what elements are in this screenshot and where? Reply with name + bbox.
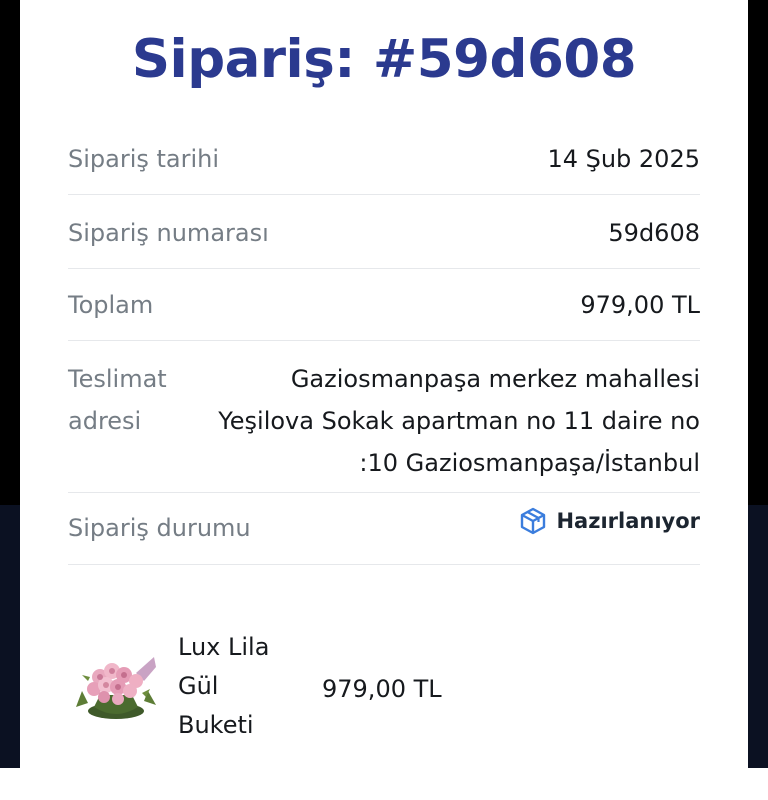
product-name[interactable]: Lux Lila Gül Buketi: [178, 628, 288, 745]
page-title: Sipariş: #59d608: [131, 29, 637, 90]
order-number-value: 59d608: [608, 219, 700, 247]
order-date-row: Sipariş tarihi 14 Şub 2025: [68, 138, 700, 195]
product-price: 979,00 TL: [322, 675, 442, 703]
product-item[interactable]: Lux Lila Gül Buketi 979,00 TL: [68, 628, 700, 750]
order-number-label: Sipariş numarası: [68, 219, 269, 247]
order-number-row: Sipariş numarası 59d608: [68, 212, 700, 269]
delivery-address-row: Teslimat adresi Gaziosmanpaşa merkez mah…: [68, 358, 700, 493]
order-date-value: 14 Şub 2025: [547, 145, 700, 173]
total-label: Toplam: [68, 291, 154, 319]
total-value: 979,00 TL: [580, 291, 700, 319]
order-status-label: Sipariş durumu: [68, 514, 251, 542]
order-status-row: Sipariş durumu Hazırlanıyor: [68, 492, 700, 565]
total-row: Toplam 979,00 TL: [68, 284, 700, 341]
delivery-address-value: Gaziosmanpaşa merkez mahallesi Yeşilova …: [218, 365, 700, 477]
status-badge: Hazırlanıyor: [518, 505, 700, 537]
delivery-address-label: Teslimat adresi: [68, 365, 167, 435]
order-date-label: Sipariş tarihi: [68, 145, 220, 173]
order-status-value: Hazırlanıyor: [556, 509, 700, 533]
flower-bouquet-image: [76, 657, 156, 719]
box-icon: [521, 507, 546, 535]
